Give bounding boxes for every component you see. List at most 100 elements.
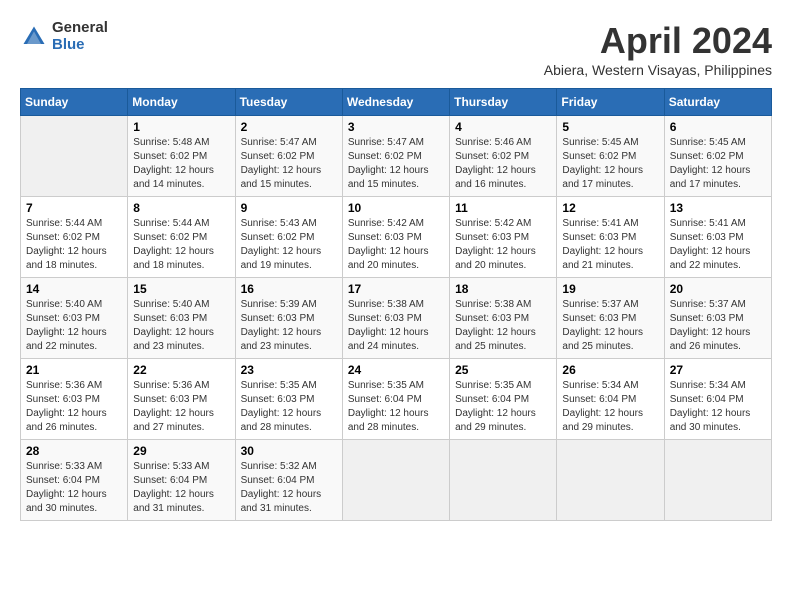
- day-info: Sunrise: 5:44 AM Sunset: 6:02 PM Dayligh…: [133, 217, 229, 273]
- calendar-cell: 23 Sunrise: 5:35 AM Sunset: 6:03 PM Dayli…: [235, 359, 342, 440]
- calendar-cell: 16 Sunrise: 5:39 AM Sunset: 6:03 PM Dayli…: [235, 278, 342, 359]
- day-info: Sunrise: 5:35 AM Sunset: 6:04 PM Dayligh…: [348, 379, 444, 435]
- day-number: 5: [562, 120, 658, 134]
- calendar-table: Sunday Monday Tuesday Wednesday Thursday…: [20, 88, 772, 521]
- calendar-cell: [450, 440, 557, 521]
- day-info: Sunrise: 5:33 AM Sunset: 6:04 PM Dayligh…: [26, 460, 122, 516]
- day-info: Sunrise: 5:40 AM Sunset: 6:03 PM Dayligh…: [133, 298, 229, 354]
- header-row: Sunday Monday Tuesday Wednesday Thursday…: [21, 89, 772, 116]
- subtitle: Abiera, Western Visayas, Philippines: [544, 62, 772, 78]
- day-info: Sunrise: 5:44 AM Sunset: 6:02 PM Dayligh…: [26, 217, 122, 273]
- day-info: Sunrise: 5:36 AM Sunset: 6:03 PM Dayligh…: [133, 379, 229, 435]
- calendar-cell: 30 Sunrise: 5:32 AM Sunset: 6:04 PM Dayli…: [235, 440, 342, 521]
- col-wednesday: Wednesday: [342, 89, 449, 116]
- day-number: 19: [562, 282, 658, 296]
- col-tuesday: Tuesday: [235, 89, 342, 116]
- day-info: Sunrise: 5:41 AM Sunset: 6:03 PM Dayligh…: [562, 217, 658, 273]
- day-info: Sunrise: 5:33 AM Sunset: 6:04 PM Dayligh…: [133, 460, 229, 516]
- day-info: Sunrise: 5:34 AM Sunset: 6:04 PM Dayligh…: [562, 379, 658, 435]
- calendar-cell: 4 Sunrise: 5:46 AM Sunset: 6:02 PM Daylig…: [450, 116, 557, 197]
- day-info: Sunrise: 5:35 AM Sunset: 6:04 PM Dayligh…: [455, 379, 551, 435]
- day-number: 12: [562, 201, 658, 215]
- day-number: 8: [133, 201, 229, 215]
- day-number: 18: [455, 282, 551, 296]
- day-info: Sunrise: 5:32 AM Sunset: 6:04 PM Dayligh…: [241, 460, 337, 516]
- logo-blue: Blue: [52, 37, 108, 54]
- day-info: Sunrise: 5:36 AM Sunset: 6:03 PM Dayligh…: [26, 379, 122, 435]
- calendar-cell: 19 Sunrise: 5:37 AM Sunset: 6:03 PM Dayli…: [557, 278, 664, 359]
- calendar-cell: 27Sunrise: 5:34 AM Sunset: 6:04 PM Dayli…: [664, 359, 771, 440]
- calendar-cell: [557, 440, 664, 521]
- day-info: Sunrise: 5:47 AM Sunset: 6:02 PM Dayligh…: [241, 136, 337, 192]
- day-info: Sunrise: 5:40 AM Sunset: 6:03 PM Dayligh…: [26, 298, 122, 354]
- col-saturday: Saturday: [664, 89, 771, 116]
- day-number: 13: [670, 201, 766, 215]
- calendar-cell: 8 Sunrise: 5:44 AM Sunset: 6:02 PM Daylig…: [128, 197, 235, 278]
- day-info: Sunrise: 5:45 AM Sunset: 6:02 PM Dayligh…: [562, 136, 658, 192]
- day-number: 22: [133, 363, 229, 377]
- day-info: Sunrise: 5:46 AM Sunset: 6:02 PM Dayligh…: [455, 136, 551, 192]
- calendar-week-3: 14Sunrise: 5:40 AM Sunset: 6:03 PM Dayli…: [21, 278, 772, 359]
- calendar-cell: 10 Sunrise: 5:42 AM Sunset: 6:03 PM Dayli…: [342, 197, 449, 278]
- day-number: 28: [26, 444, 122, 458]
- calendar-week-1: 1Sunrise: 5:48 AM Sunset: 6:02 PM Daylig…: [21, 116, 772, 197]
- day-number: 29: [133, 444, 229, 458]
- calendar-cell: 17Sunrise: 5:38 AM Sunset: 6:03 PM Dayli…: [342, 278, 449, 359]
- day-number: 15: [133, 282, 229, 296]
- day-number: 6: [670, 120, 766, 134]
- calendar-cell: [664, 440, 771, 521]
- day-number: 27: [670, 363, 766, 377]
- calendar-cell: 2 Sunrise: 5:47 AM Sunset: 6:02 PM Daylig…: [235, 116, 342, 197]
- day-number: 30: [241, 444, 337, 458]
- calendar-cell: 6 Sunrise: 5:45 AM Sunset: 6:02 PM Daylig…: [664, 116, 771, 197]
- calendar-cell: 18 Sunrise: 5:38 AM Sunset: 6:03 PM Dayli…: [450, 278, 557, 359]
- day-number: 3: [348, 120, 444, 134]
- calendar-cell: 12 Sunrise: 5:41 AM Sunset: 6:03 PM Dayli…: [557, 197, 664, 278]
- calendar-cell: 11Sunrise: 5:42 AM Sunset: 6:03 PM Dayli…: [450, 197, 557, 278]
- logo-general: General: [52, 20, 108, 37]
- calendar-cell: [21, 116, 128, 197]
- col-sunday: Sunday: [21, 89, 128, 116]
- calendar-cell: 14Sunrise: 5:40 AM Sunset: 6:03 PM Dayli…: [21, 278, 128, 359]
- day-info: Sunrise: 5:42 AM Sunset: 6:03 PM Dayligh…: [348, 217, 444, 273]
- calendar-cell: 1Sunrise: 5:48 AM Sunset: 6:02 PM Daylig…: [128, 116, 235, 197]
- calendar-cell: 28 Sunrise: 5:33 AM Sunset: 6:04 PM Dayli…: [21, 440, 128, 521]
- day-number: 16: [241, 282, 337, 296]
- day-number: 20: [670, 282, 766, 296]
- day-number: 4: [455, 120, 551, 134]
- day-number: 25: [455, 363, 551, 377]
- day-info: Sunrise: 5:38 AM Sunset: 6:03 PM Dayligh…: [455, 298, 551, 354]
- calendar-cell: [342, 440, 449, 521]
- col-friday: Friday: [557, 89, 664, 116]
- day-number: 1: [133, 120, 229, 134]
- day-info: Sunrise: 5:43 AM Sunset: 6:02 PM Dayligh…: [241, 217, 337, 273]
- calendar-cell: 24Sunrise: 5:35 AM Sunset: 6:04 PM Dayli…: [342, 359, 449, 440]
- calendar-cell: 15 Sunrise: 5:40 AM Sunset: 6:03 PM Dayli…: [128, 278, 235, 359]
- day-info: Sunrise: 5:38 AM Sunset: 6:03 PM Dayligh…: [348, 298, 444, 354]
- day-number: 26: [562, 363, 658, 377]
- logo-icon: [20, 23, 48, 51]
- calendar-cell: 5 Sunrise: 5:45 AM Sunset: 6:02 PM Daylig…: [557, 116, 664, 197]
- day-number: 23: [241, 363, 337, 377]
- day-info: Sunrise: 5:47 AM Sunset: 6:02 PM Dayligh…: [348, 136, 444, 192]
- day-info: Sunrise: 5:37 AM Sunset: 6:03 PM Dayligh…: [562, 298, 658, 354]
- day-info: Sunrise: 5:45 AM Sunset: 6:02 PM Dayligh…: [670, 136, 766, 192]
- logo: General Blue: [20, 20, 108, 53]
- calendar-cell: 29 Sunrise: 5:33 AM Sunset: 6:04 PM Dayli…: [128, 440, 235, 521]
- day-number: 9: [241, 201, 337, 215]
- day-info: Sunrise: 5:35 AM Sunset: 6:03 PM Dayligh…: [241, 379, 337, 435]
- day-info: Sunrise: 5:37 AM Sunset: 6:03 PM Dayligh…: [670, 298, 766, 354]
- day-number: 7: [26, 201, 122, 215]
- day-info: Sunrise: 5:39 AM Sunset: 6:03 PM Dayligh…: [241, 298, 337, 354]
- day-number: 10: [348, 201, 444, 215]
- day-number: 11: [455, 201, 551, 215]
- calendar-cell: 13 Sunrise: 5:41 AM Sunset: 6:03 PM Dayli…: [664, 197, 771, 278]
- calendar-cell: 25 Sunrise: 5:35 AM Sunset: 6:04 PM Dayli…: [450, 359, 557, 440]
- calendar-cell: 3 Sunrise: 5:47 AM Sunset: 6:02 PM Daylig…: [342, 116, 449, 197]
- logo-text: General Blue: [52, 20, 108, 53]
- col-monday: Monday: [128, 89, 235, 116]
- calendar-cell: 20 Sunrise: 5:37 AM Sunset: 6:03 PM Dayli…: [664, 278, 771, 359]
- day-number: 2: [241, 120, 337, 134]
- day-info: Sunrise: 5:41 AM Sunset: 6:03 PM Dayligh…: [670, 217, 766, 273]
- calendar-week-2: 7 Sunrise: 5:44 AM Sunset: 6:02 PM Daylig…: [21, 197, 772, 278]
